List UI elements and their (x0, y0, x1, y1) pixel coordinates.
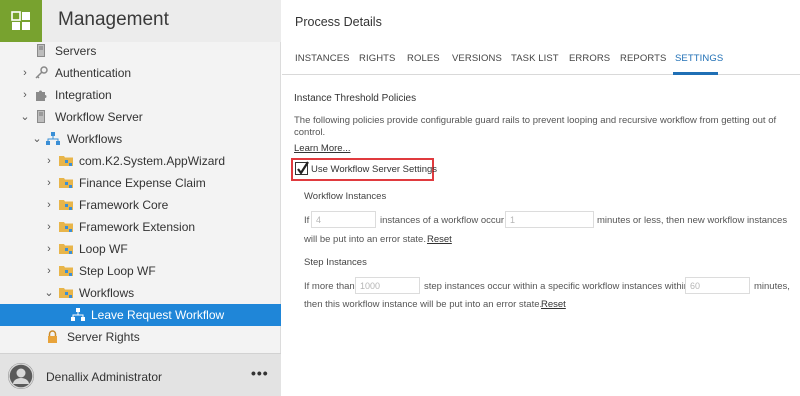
wi-line2-text: will be put into an error state. (304, 234, 426, 245)
chevron-down-icon[interactable]: ⌄ (20, 111, 30, 123)
folder-workflow-icon (59, 176, 73, 190)
tree-item-label: com.K2.System.AppWizard (79, 154, 226, 168)
tree-item-label: Finance Expense Claim (79, 176, 206, 190)
tree-item-workflows-folder[interactable]: ⌄ Workflows (0, 282, 281, 304)
chevron-right-icon[interactable]: › (44, 221, 54, 233)
tree-item-finance-expense-claim[interactable]: › Finance Expense Claim (0, 172, 281, 194)
step-instances-minutes-input[interactable]: 60 (685, 277, 750, 294)
chevron-right-icon[interactable]: › (44, 243, 54, 255)
tree-item-label: Workflows (79, 286, 135, 300)
chevron-right-icon[interactable]: › (20, 89, 30, 101)
tree-item-label: Framework Extension (79, 220, 196, 234)
page-title: Process Details (295, 15, 382, 29)
si-suffix-text: minutes, (754, 281, 790, 292)
tree-item-label: Loop WF (79, 242, 128, 256)
chevron-right-icon[interactable]: › (20, 67, 30, 79)
folder-workflow-icon (59, 198, 73, 212)
tab-instances[interactable]: INSTANCES (295, 53, 350, 64)
section-title: Instance Threshold Policies (294, 93, 417, 104)
workflow-icon (71, 308, 85, 322)
si-prefix-text: If more than (304, 281, 355, 292)
tree-item-label: Server Rights (67, 330, 140, 344)
user-name: Denallix Administrator (46, 370, 163, 384)
tree-item-integration[interactable]: › Integration (0, 84, 281, 106)
wi-prefix-text: If (304, 215, 310, 226)
tree-item-label: Authentication (55, 66, 132, 80)
si-middle-text: step instances occur within a specific w… (424, 281, 690, 292)
tree-item-workflows[interactable]: ⌄ Workflows (0, 128, 281, 150)
tree-item-loop-wf[interactable]: › Loop WF (0, 238, 281, 260)
key-icon (35, 66, 48, 80)
sidebar-header: Management (0, 0, 281, 42)
tab-versions[interactable]: VERSIONS (452, 53, 502, 64)
tree-item-framework-extension[interactable]: › Framework Extension (0, 216, 281, 238)
step-instances-count-input[interactable]: 1000 (355, 277, 420, 294)
server-icon (37, 44, 50, 58)
workflow-instances-count-input[interactable]: 4 (311, 211, 376, 228)
workflow-instances-minutes-input[interactable]: 1 (505, 211, 594, 228)
app-logo-icon[interactable] (0, 0, 42, 42)
tree-item-label: Step Loop WF (79, 264, 156, 278)
chevron-down-icon[interactable]: ⌄ (32, 133, 42, 145)
tree-item-framework-core[interactable]: › Framework Core (0, 194, 281, 216)
server-icon (37, 110, 50, 124)
si-line2-text: then this workflow instance will be put … (304, 299, 543, 310)
tree-item-step-loop-wf[interactable]: › Step Loop WF (0, 260, 281, 282)
puzzle-icon (35, 88, 48, 102)
chevron-right-icon[interactable]: › (44, 199, 54, 211)
workflow-instances-reset-link[interactable]: Reset (427, 234, 452, 245)
tab-roles[interactable]: ROLES (407, 53, 440, 64)
tab-settings[interactable]: SETTINGS (675, 53, 723, 64)
use-server-settings-checkbox[interactable] (295, 161, 309, 175)
sidebar: Management Servers › Authentication › In… (0, 0, 281, 396)
wi-suffix-text: minutes or less, then new workflow insta… (597, 215, 788, 226)
lock-icon (47, 330, 60, 344)
tree-item-label: Framework Core (79, 198, 169, 212)
tree-item-label: Workflows (67, 132, 123, 146)
user-footer: Denallix Administrator ••• (0, 353, 281, 396)
tree-item-authentication[interactable]: › Authentication (0, 62, 281, 84)
folder-workflow-icon (59, 220, 73, 234)
learn-more-link[interactable]: Learn More... (294, 143, 351, 154)
tree-item-appwizard[interactable]: › com.K2.System.AppWizard (0, 150, 281, 172)
main-panel: Process Details INSTANCES RIGHTS ROLES V… (282, 0, 800, 396)
folder-workflow-icon (59, 242, 73, 256)
tab-reports[interactable]: REPORTS (620, 53, 666, 64)
section-description: The following policies provide configura… (294, 115, 777, 138)
step-instances-title: Step Instances (304, 257, 367, 268)
workflow-icon (46, 132, 60, 146)
folder-workflow-icon (59, 154, 73, 168)
tree-item-server-rights[interactable]: Server Rights (0, 326, 281, 348)
tree-item-label: Leave Request Workflow (91, 308, 225, 322)
chevron-right-icon[interactable]: › (44, 265, 54, 277)
tab-errors[interactable]: ERRORS (569, 53, 610, 64)
workflow-instances-title: Workflow Instances (304, 191, 387, 202)
folder-workflow-icon (59, 264, 73, 278)
tab-task-list[interactable]: TASK LIST (511, 53, 559, 64)
tree-item-leave-request-workflow[interactable]: Leave Request Workflow (0, 304, 281, 326)
tab-bar: INSTANCES RIGHTS ROLES VERSIONS TASK LIS… (282, 45, 800, 75)
folder-workflow-icon (59, 286, 73, 300)
tree-item-label: Integration (55, 88, 112, 102)
active-tab-indicator (673, 72, 718, 75)
tree-item-label: Servers (55, 44, 97, 58)
more-options-icon[interactable]: ••• (251, 365, 269, 381)
tab-rights[interactable]: RIGHTS (359, 53, 396, 64)
chevron-right-icon[interactable]: › (44, 155, 54, 167)
tree-item-servers[interactable]: Servers (0, 40, 281, 62)
tree-item-label: Workflow Server (55, 110, 143, 124)
step-instances-reset-link[interactable]: Reset (541, 299, 566, 310)
chevron-down-icon[interactable]: ⌄ (44, 287, 54, 299)
avatar[interactable] (8, 363, 34, 389)
tree-item-workflow-server[interactable]: ⌄ Workflow Server (0, 106, 281, 128)
sidebar-title: Management (58, 9, 169, 30)
navigation-tree: Servers › Authentication › Integration ⌄… (0, 40, 281, 348)
chevron-right-icon[interactable]: › (44, 177, 54, 189)
checkbox-label[interactable]: Use Workflow Server Settings (311, 164, 437, 175)
